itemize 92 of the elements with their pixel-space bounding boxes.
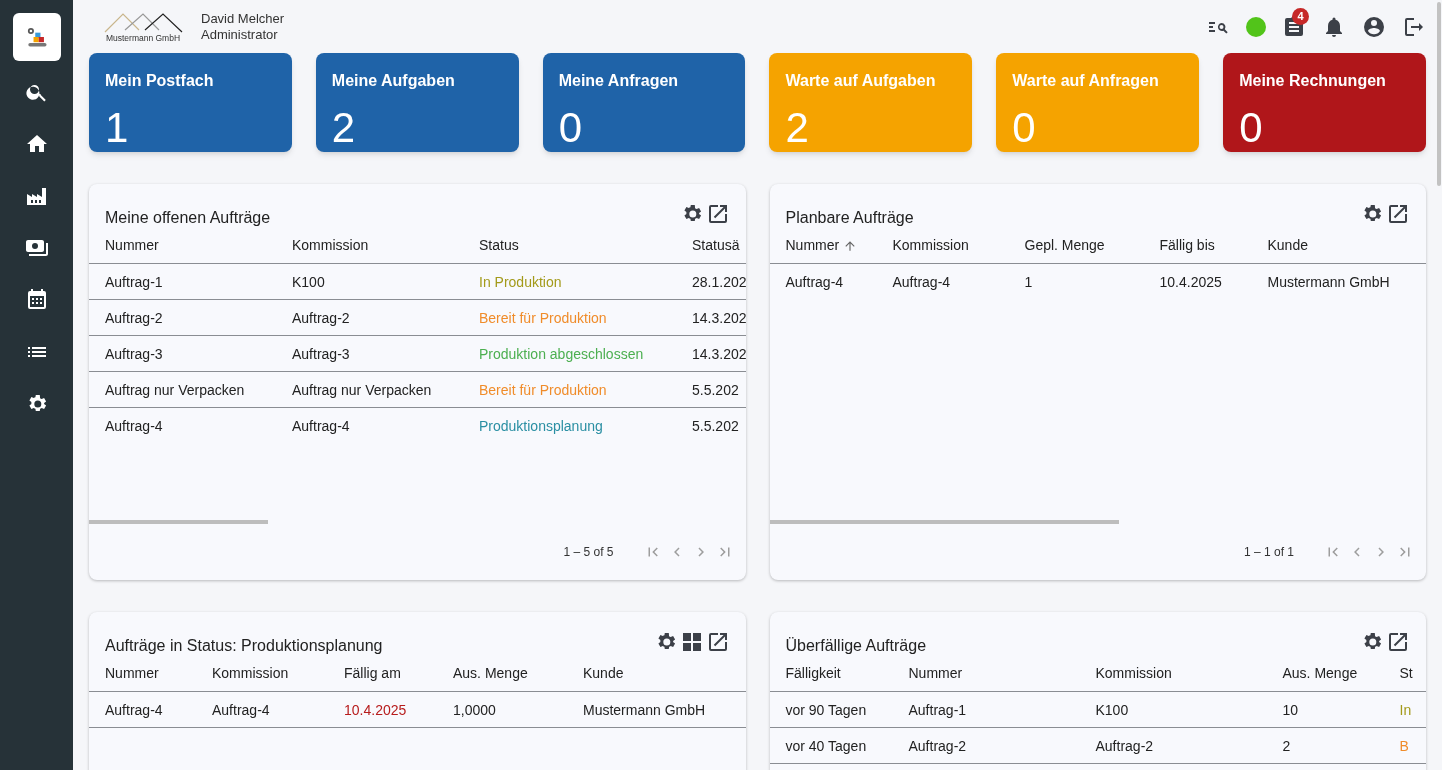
table-cell: K100 [1095,701,1129,718]
card-title: Planbare Aufträge [785,208,914,228]
column-header[interactable]: Status [479,235,519,256]
column-header[interactable]: Kunde [1267,235,1308,256]
column-header[interactable]: St [1399,663,1413,684]
table-cell: 10 [1282,701,1299,718]
column-header[interactable]: Fällig bis [1159,235,1215,256]
column-header[interactable]: Nummer [785,235,840,256]
tile-title: Meine Rechnungen [1239,71,1387,91]
table-cell: Auftrag-4 [212,701,270,718]
summary-tile[interactable]: Meine Aufgaben 2 [315,53,519,152]
column-header[interactable]: Kommission [212,663,289,684]
user-name: David Melcher [201,10,285,27]
company-name: Mustermann GmbH [105,32,181,43]
summary-tile[interactable]: Meine Anfragen 0 [542,53,746,152]
tile-count: 2 [331,104,357,152]
column-header[interactable]: Kommission [1095,663,1172,684]
table-cell: Auftrag nur Verpacken [105,381,245,398]
horizontal-scrollbar[interactable] [89,520,268,524]
column-header[interactable]: Kommission [292,235,369,256]
table-cell: Auftrag-3 [105,345,163,362]
table-cell: Auftrag-1 [105,273,163,290]
table-cell: 5.5.202 [692,381,739,398]
page-range: 1 – 1 of 1 [1243,544,1294,561]
table-cell: Auftrag-4 [892,274,951,290]
table-cell: In Produktion [479,273,562,290]
column-header[interactable]: Kommission [892,235,969,256]
tile-count: 0 [1012,104,1037,152]
summary-tile[interactable]: Mein Postfach 1 [89,53,292,152]
table-cell: Produktion abgeschlossen [479,345,644,362]
tile-count: 0 [1239,104,1264,152]
column-header[interactable]: Kunde [583,663,624,684]
tile-title: Warte auf Aufgaben [785,71,937,91]
column-header[interactable]: Aus. Menge [453,663,528,684]
table-cell: Auftrag-3 [292,345,350,362]
app-logo[interactable] [12,13,61,61]
column-header[interactable]: Fällig am [344,663,401,684]
table-cell: K100 [292,273,325,290]
column-header[interactable]: Nummer [105,235,159,256]
table-cell: 5.5.202 [692,418,739,434]
table-cell: vor 40 Tagen [785,737,867,754]
notification-badge: 4 [1292,7,1309,25]
card-title: Überfällige Aufträge [785,636,927,656]
table-cell: 28.1.202 [692,273,746,290]
user-role: Administrator [201,26,279,43]
column-header[interactable]: Statusä [692,235,740,256]
table-cell: Auftrag-4 [105,418,163,434]
table-cell: Auftrag-4 [105,701,163,718]
summary-tile[interactable]: Meine Rechnungen 0 [1223,53,1426,152]
table-cell: Mustermann GmbH [583,701,706,718]
tile-title: Meine Aufgaben [331,71,456,91]
horizontal-scrollbar[interactable] [769,520,1119,524]
column-header[interactable]: Nummer [908,663,963,684]
table-cell: 10.4.2025 [344,701,407,718]
table-cell: Bereit für Produktion [479,381,607,398]
table-cell: 10.4.2025 [1159,274,1222,290]
table-cell: Auftrag-2 [105,309,163,326]
scrollbar-thumb[interactable] [1437,2,1441,186]
table-cell: vor 90 Tagen [785,701,867,718]
table-cell: 1,0000 [453,701,496,718]
column-header[interactable]: Fälligkeit [785,663,841,684]
open-external-icon[interactable] [1386,630,1410,654]
column-header[interactable]: Aus. Menge [1282,663,1358,684]
page-range: 1 – 5 of 5 [563,544,614,561]
table-cell: Auftrag-1 [908,701,967,718]
table-cell: Produktionsplanung [479,418,603,434]
table-cell: Auftrag-2 [1095,737,1154,754]
table-cell: Auftrag-2 [908,737,967,754]
table-cell: Auftrag-2 [292,309,350,326]
tile-count: 0 [558,104,583,152]
card-title: Aufträge in Status: Produktionsplanung [105,636,383,656]
tile-title: Mein Postfach [105,71,215,91]
table-cell: In [1399,701,1412,718]
table-cell: Auftrag nur Verpacken [292,381,432,398]
tile-count: 2 [785,104,810,152]
tile-title: Meine Anfragen [558,71,680,91]
table-cell: 14.3.202 [692,309,746,326]
column-header[interactable]: Gepl. Menge [1024,235,1105,256]
account-icon[interactable] [1362,14,1386,39]
open-external-icon[interactable] [1386,202,1410,226]
table-cell: Mustermann GmbH [1267,274,1390,290]
table-cell: 2 [1282,737,1291,754]
table-cell: Auftrag-4 [785,274,844,290]
table-cell: Auftrag-4 [292,418,350,434]
table-cell: B [1399,737,1409,754]
table-cell: 1 [1024,274,1033,290]
tile-count: 1 [105,104,130,152]
card-title: Meine offenen Aufträge [105,208,271,228]
table-cell: 14.3.202 [692,345,746,362]
tile-title: Warte auf Anfragen [1012,71,1160,91]
column-header[interactable]: Nummer [105,663,159,684]
table-cell: Bereit für Produktion [479,309,607,326]
